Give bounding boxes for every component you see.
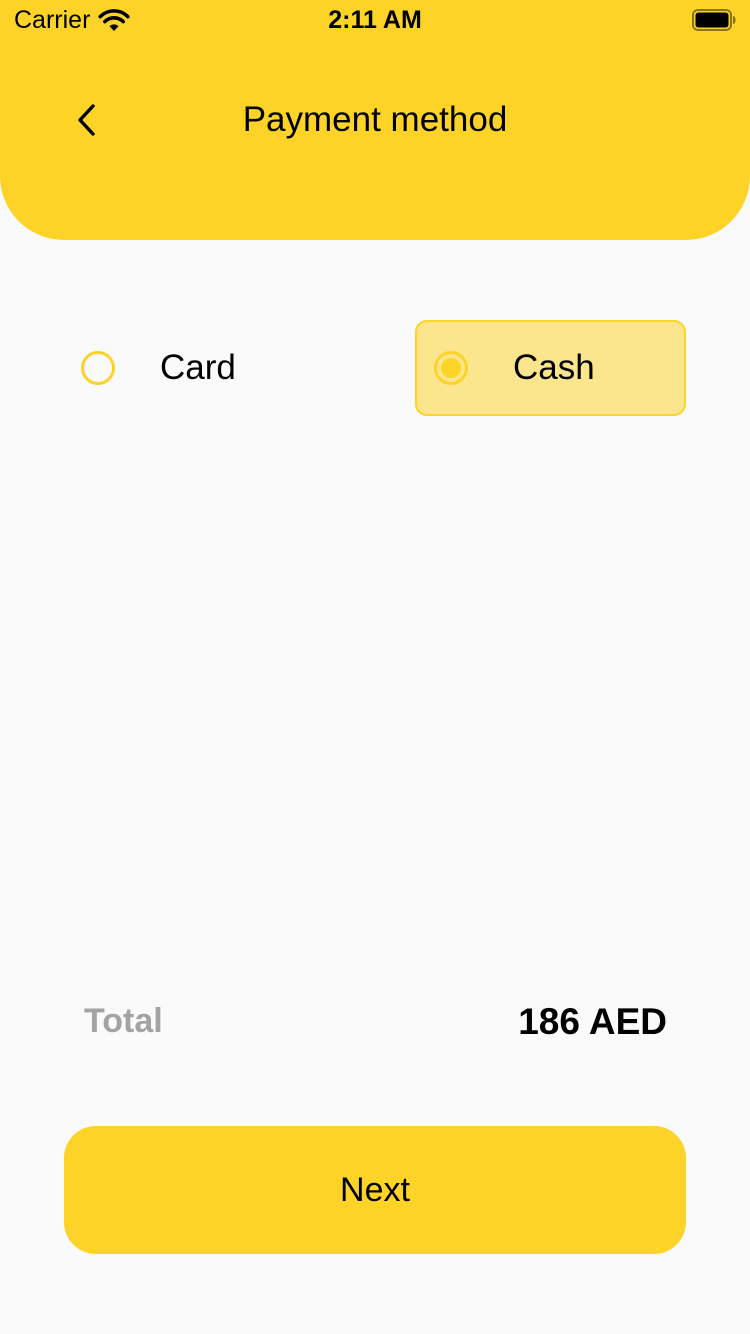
next-button-label: Next (340, 1170, 410, 1209)
radio-button-cash[interactable] (434, 351, 468, 385)
status-bar: Carrier 2:11 AM (0, 0, 750, 40)
total-amount: 186 AED (518, 1001, 667, 1042)
total-label: Total (84, 1002, 163, 1040)
page-title: Payment method (242, 100, 508, 139)
payment-option-card[interactable]: Card (64, 320, 336, 416)
next-button[interactable]: Next (64, 1126, 686, 1254)
payment-option-label: Cash (513, 348, 595, 387)
payment-option-cash[interactable]: Cash (415, 320, 686, 416)
radio-button-card[interactable] (81, 351, 115, 385)
payment-option-label: Card (160, 348, 236, 387)
status-time: 2:11 AM (328, 6, 422, 34)
battery-icon (692, 9, 736, 31)
navigation-bar: Payment method (0, 90, 750, 150)
